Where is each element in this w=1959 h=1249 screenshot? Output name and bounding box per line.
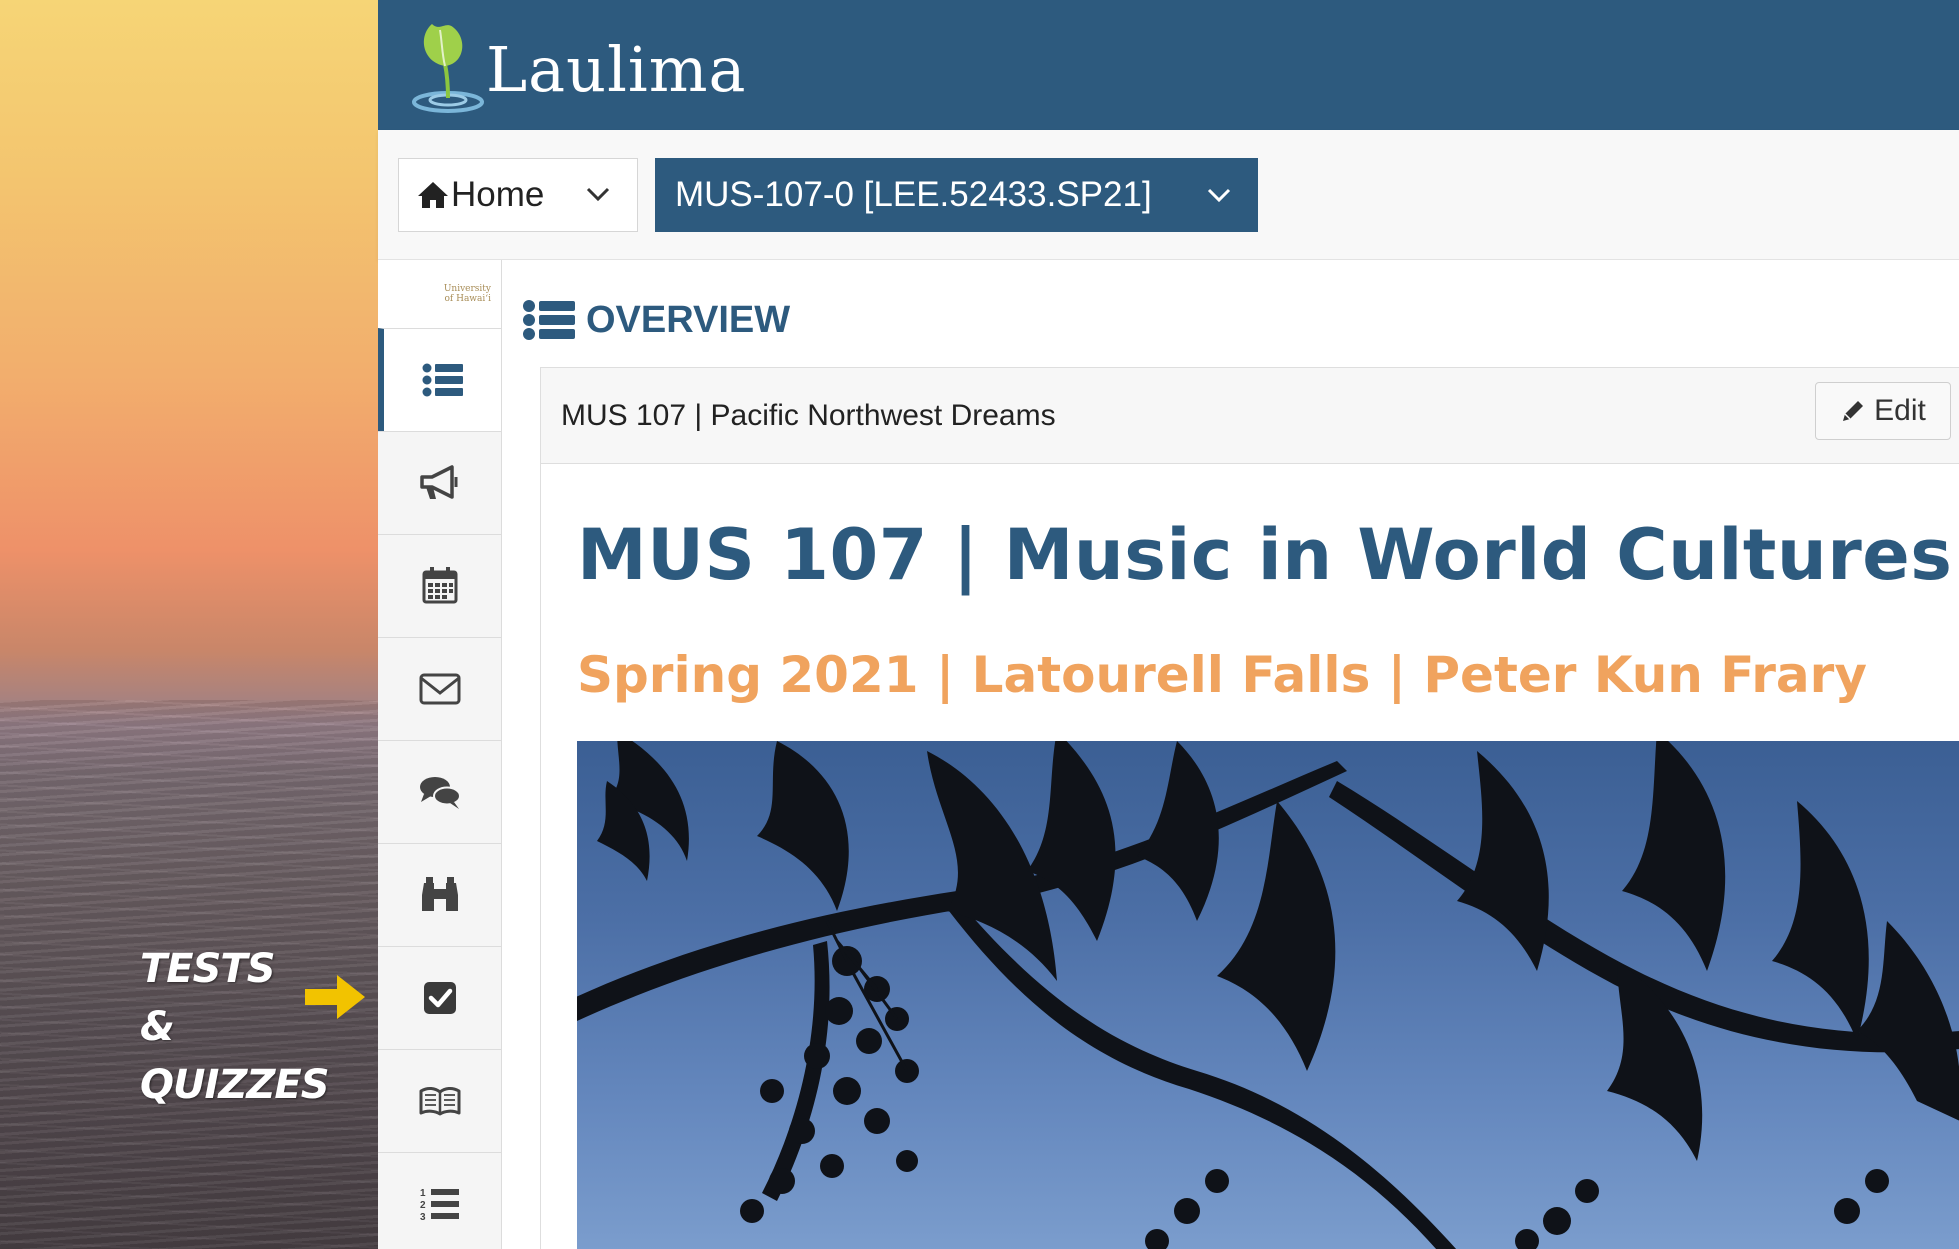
svg-text:3: 3 xyxy=(420,1212,426,1223)
site-navbar: Home MUS-107-0 [LEE.52433.SP21] xyxy=(378,130,1959,260)
envelope-icon xyxy=(419,673,460,705)
edit-label: Edit xyxy=(1874,394,1926,427)
tool-announcements[interactable] xyxy=(378,431,501,534)
hero-image-leaves-silhouette xyxy=(577,741,1959,1249)
tool-forums[interactable] xyxy=(378,740,501,843)
annotation-line-2: Quizzes xyxy=(140,1062,330,1108)
home-icon xyxy=(418,182,448,208)
tool-sidebar: University of Hawai‘i 1 2 3 xyxy=(378,260,502,1249)
main-content: OVERVIEW MUS 107 | Pacific Northwest Dre… xyxy=(502,260,1959,1249)
site-label: MUS-107-0 [LEE.52433.SP21] xyxy=(675,175,1152,214)
open-book-icon xyxy=(419,1087,460,1116)
laulima-app: Laulima Home MUS-107-0 [LEE.52433.SP21] … xyxy=(378,0,1959,1249)
tests-quizzes-annotation: Tests & Quizzes xyxy=(140,940,330,1114)
laulima-logo[interactable]: Laulima xyxy=(412,14,746,114)
leaves-silhouette xyxy=(577,741,1959,1249)
home-label: Home xyxy=(451,175,545,214)
site-dropdown[interactable]: MUS-107-0 [LEE.52433.SP21] xyxy=(655,158,1258,232)
binoculars-icon xyxy=(421,877,458,911)
chevron-down-icon xyxy=(1207,188,1231,203)
page-heading: OVERVIEW xyxy=(522,298,790,342)
panel-header: MUS 107 | Pacific Northwest Dreams Edit xyxy=(541,368,1959,464)
institution-line-2: of Hawai‘i xyxy=(444,294,491,304)
page-title: OVERVIEW xyxy=(586,298,791,341)
calendar-icon xyxy=(422,567,457,604)
chevron-down-icon xyxy=(586,187,610,202)
svg-text:1: 1 xyxy=(420,1188,426,1199)
megaphone-icon xyxy=(419,465,457,499)
checkbox-icon xyxy=(423,982,456,1014)
overview-panel: MUS 107 | Pacific Northwest Dreams Edit … xyxy=(540,367,1959,1249)
tool-tests-quizzes[interactable] xyxy=(378,946,501,1049)
top-banner: Laulima xyxy=(378,0,1959,130)
course-subtitle: Spring 2021 | Latourell Falls | Peter Ku… xyxy=(577,646,1867,704)
logo-text: Laulima xyxy=(486,32,747,106)
overview-list-icon xyxy=(523,300,575,340)
institution-line-1: University xyxy=(443,284,491,294)
tool-overview[interactable] xyxy=(378,328,501,431)
svg-text:2: 2 xyxy=(420,1200,426,1211)
edit-button[interactable]: Edit xyxy=(1815,382,1951,440)
course-title: MUS 107 | Music in World Cultures xyxy=(577,514,1953,596)
university-of-hawaii-logo: University of Hawai‘i xyxy=(378,260,501,328)
overview-list-icon xyxy=(422,363,463,397)
annotation-line-1: Tests & xyxy=(140,946,276,1050)
tool-messages[interactable] xyxy=(378,637,501,740)
home-dropdown[interactable]: Home xyxy=(398,158,638,232)
chat-bubbles-icon xyxy=(419,777,461,809)
pencil-icon xyxy=(1843,401,1864,421)
numbered-list-icon: 1 2 3 xyxy=(420,1188,459,1223)
tool-calendar[interactable] xyxy=(378,534,501,637)
tool-resources[interactable] xyxy=(378,843,501,946)
yellow-arrow-icon xyxy=(305,975,365,1019)
tool-lessons[interactable] xyxy=(378,1049,501,1152)
taro-leaf-logo-icon xyxy=(412,24,484,113)
panel-title: MUS 107 | Pacific Northwest Dreams xyxy=(561,398,1056,432)
tool-syllabus[interactable]: 1 2 3 xyxy=(378,1152,501,1249)
